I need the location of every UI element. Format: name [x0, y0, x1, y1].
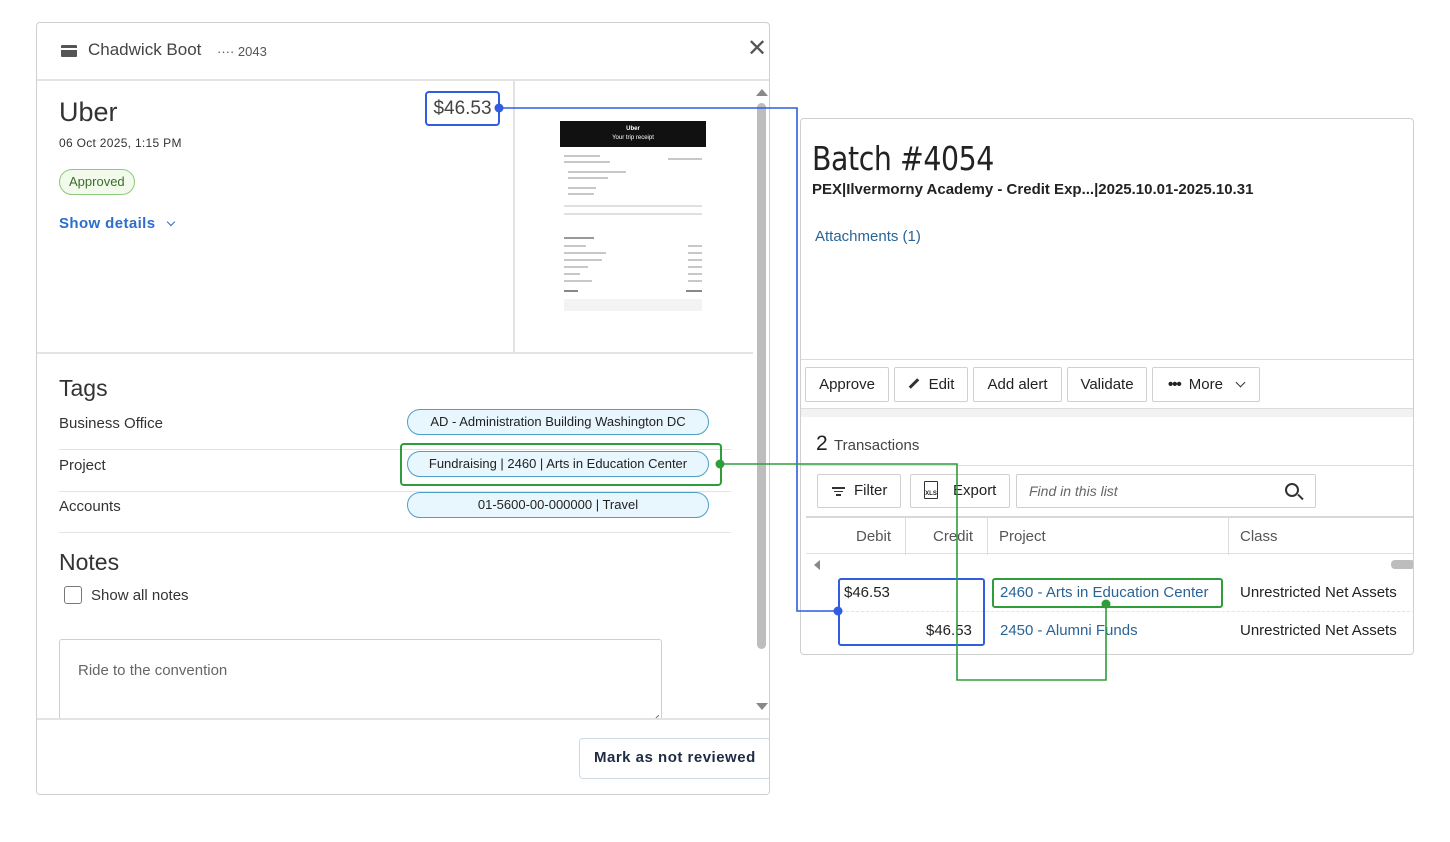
vertical-scrollbar[interactable] [756, 83, 768, 719]
search-box [1016, 474, 1316, 508]
show-all-notes-checkbox[interactable] [64, 586, 82, 604]
transaction-count: 2 [816, 432, 828, 455]
more-button[interactable]: ••• More [1152, 367, 1260, 402]
expense-footer: Mark as not reviewed [37, 718, 769, 794]
receipt-preview[interactable]: Uber Your trip receipt [515, 81, 755, 353]
show-all-notes-label[interactable]: Show all notes [91, 587, 189, 604]
notes-heading: Notes [59, 549, 120, 575]
cell-class: Unrestricted Net Assets [1240, 622, 1397, 639]
filter-label: Filter [854, 482, 888, 499]
batch-subtitle: PEX|Ilvermorny Academy - Credit Exp...|2… [812, 181, 1254, 198]
expense-detail-panel: Chadwick Boot ···· 2043 ✕ Uber 06 Oct 20… [36, 22, 770, 795]
column-header-credit[interactable]: Credit [933, 528, 973, 545]
section-gap [801, 409, 1413, 417]
tag-row-accounts: Accounts 01-5600-00-000000 | Travel [59, 492, 731, 533]
show-details-toggle[interactable]: Show details [59, 215, 176, 232]
receipt-image[interactable]: Uber Your trip receipt [560, 121, 708, 311]
cell-class: Unrestricted Net Assets [1240, 584, 1397, 601]
column-divider [1228, 518, 1229, 555]
attachments-link[interactable]: Attachments (1) [815, 228, 921, 245]
export-button[interactable]: XLS Export [910, 474, 1010, 508]
scroll-down-arrow-icon[interactable] [756, 703, 768, 710]
project-tag-highlight [400, 443, 722, 486]
filter-button[interactable]: Filter [817, 474, 901, 508]
column-divider [987, 518, 988, 555]
add-alert-button[interactable]: Add alert [973, 367, 1062, 402]
edit-label: Edit [928, 376, 955, 393]
batch-panel: Batch #4054 PEX|Ilvermorny Academy - Cre… [800, 118, 1414, 655]
chevron-down-icon [1235, 377, 1246, 388]
approve-button[interactable]: Approve [805, 367, 889, 402]
tag-label: Accounts [59, 498, 121, 515]
cell-project-link[interactable]: 2450 - Alumni Funds [1000, 622, 1138, 639]
filter-icon [832, 487, 845, 496]
receipt-header: Uber Your trip receipt [560, 121, 706, 147]
cardholder-name: Chadwick Boot [88, 40, 202, 59]
amount-match-highlight [838, 578, 985, 646]
show-details-label: Show details [59, 215, 156, 232]
tag-value-pill[interactable]: 01-5600-00-000000 | Travel [407, 492, 709, 518]
xls-file-icon: XLS [924, 481, 938, 499]
export-label: Export [953, 482, 997, 499]
column-header-debit[interactable]: Debit [856, 528, 891, 545]
status-badge: Approved [59, 169, 135, 195]
validate-button[interactable]: Validate [1067, 367, 1147, 402]
merchant-name: Uber [59, 97, 118, 127]
transaction-datetime: 06 Oct 2025, 1:15 PM [59, 136, 182, 150]
more-label: More [1188, 376, 1223, 393]
section-divider [37, 352, 753, 354]
credit-card-icon [61, 45, 77, 57]
batch-action-bar: Approve Edit Add alert Validate ••• More [801, 359, 1413, 409]
project-match-highlight [992, 578, 1223, 608]
tag-value-pill[interactable]: AD - Administration Building Washington … [407, 409, 709, 435]
column-header-class[interactable]: Class [1240, 528, 1278, 545]
tag-label: Project [59, 457, 106, 474]
transactions-label: Transactions [834, 437, 920, 454]
horizontal-scrollbar-thumb[interactable] [1391, 560, 1413, 569]
scroll-left-arrow-icon[interactable] [814, 560, 820, 570]
expense-amount: $46.53 [425, 91, 500, 126]
note-text: Ride to the convention [78, 662, 228, 679]
batch-title: Batch #4054 [812, 139, 994, 178]
expense-header: Chadwick Boot ···· 2043 ✕ [37, 23, 769, 81]
card-last4: ···· 2043 [217, 44, 267, 59]
column-divider [905, 518, 906, 555]
scrollbar-thumb[interactable] [757, 103, 766, 649]
table-header: Debit Credit Project Class [806, 516, 1413, 555]
mark-not-reviewed-button[interactable]: Mark as not reviewed [579, 738, 769, 779]
receipt-title: Uber [626, 126, 640, 132]
receipt-subtitle: Your trip receipt [612, 135, 654, 141]
scroll-up-arrow-icon[interactable] [756, 89, 768, 96]
tag-label: Business Office [59, 415, 163, 432]
edit-button[interactable]: Edit [894, 367, 968, 402]
note-textarea[interactable]: Ride to the convention [59, 639, 662, 729]
divider [801, 465, 1413, 466]
close-icon[interactable]: ✕ [747, 37, 767, 61]
chevron-down-icon [166, 217, 176, 227]
tags-heading: Tags [59, 375, 108, 401]
column-header-project[interactable]: Project [999, 528, 1046, 545]
pencil-icon [908, 377, 919, 389]
search-input[interactable] [1017, 475, 1272, 507]
ellipsis-icon: ••• [1168, 376, 1182, 393]
search-icon[interactable] [1285, 483, 1299, 497]
